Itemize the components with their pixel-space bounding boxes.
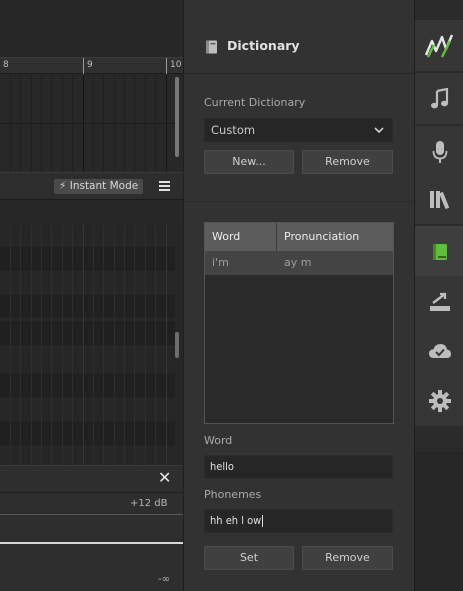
hamburger-menu-icon[interactable] [159, 181, 170, 192]
dictionary-select-value: Custom [211, 123, 256, 137]
remove-dictionary-button[interactable]: Remove [302, 150, 393, 174]
word-label: Word [204, 434, 233, 447]
rail-library[interactable] [415, 173, 463, 225]
dictionary-select[interactable]: Custom [204, 118, 393, 142]
table-header: Word Pronunciation [205, 223, 393, 251]
parameter-panel-header [0, 466, 183, 493]
mode-bar: ⚡ Instant Mode [0, 172, 183, 200]
timeline-ruler[interactable]: 8 9 10 [0, 57, 183, 74]
book-icon [206, 40, 217, 54]
piano-roll-grid[interactable] [0, 225, 183, 465]
lightning-icon: ⚡ [59, 180, 67, 192]
ruler-mark-10: 10 [166, 58, 181, 74]
word-table[interactable]: Word Pronunciation i'm ay m [204, 222, 394, 424]
current-dictionary-label: Current Dictionary [204, 96, 306, 109]
level-line[interactable] [0, 542, 183, 544]
set-button[interactable]: Set [204, 546, 294, 570]
section-divider [184, 201, 415, 202]
dictionary-panel: Dictionary Current Dictionary Custom New… [183, 0, 415, 591]
rail-settings[interactable] [415, 375, 463, 427]
render-export-icon [429, 292, 450, 311]
word-input[interactable]: hello [204, 455, 393, 479]
rail-cloud[interactable] [415, 325, 463, 377]
dictionary-book-icon [432, 243, 447, 260]
column-header-pronunciation[interactable]: Pronunciation [277, 223, 393, 251]
parameter-panel: ✕ +12 dB -∞ [0, 465, 183, 591]
chevron-down-icon [374, 127, 384, 134]
side-rail [414, 0, 463, 591]
cell-word: i'm [212, 256, 229, 269]
ruler-mark-9: 9 [83, 58, 93, 74]
rail-dictionary[interactable] [415, 226, 463, 278]
phonemes-label: Phonemes [204, 488, 262, 501]
text-caret [262, 515, 264, 527]
cloud-check-icon [428, 343, 451, 358]
instant-mode-button[interactable]: ⚡ Instant Mode [54, 179, 144, 194]
instant-mode-label: Instant Mode [69, 180, 139, 192]
rail-microphone[interactable] [415, 126, 463, 178]
ruler-mark-8: 8 [3, 60, 9, 70]
editor-area: 8 9 10 ⚡ Instant Mode ✕ +12 dB -∞ [0, 0, 183, 591]
upper-scrollbar[interactable] [175, 77, 179, 157]
cell-pronunciation: ay m [284, 256, 312, 269]
rail-empty-area [415, 452, 463, 591]
rail-logo[interactable] [415, 20, 463, 72]
db-guide-line [0, 514, 183, 515]
dictionary-header: Dictionary [184, 0, 415, 74]
track-grid[interactable] [0, 75, 183, 172]
db-top-label: +12 dB [130, 498, 168, 509]
phonemes-input-value: hh eh l ow [210, 514, 262, 527]
library-icon [429, 190, 449, 209]
remove-word-button[interactable]: Remove [302, 546, 393, 570]
close-icon[interactable]: ✕ [158, 470, 171, 486]
db-bottom-label: -∞ [158, 574, 170, 585]
word-input-value: hello [210, 460, 234, 473]
settings-gear-icon [428, 389, 451, 412]
table-row[interactable]: i'm ay m [205, 251, 393, 275]
new-dictionary-button[interactable]: New... [204, 150, 294, 174]
dictionary-title: Dictionary [227, 38, 300, 53]
microphone-icon [432, 140, 447, 163]
music-note-icon [430, 87, 448, 108]
column-header-word[interactable]: Word [205, 223, 277, 251]
app-logo-icon [424, 34, 453, 58]
rail-render[interactable] [415, 276, 463, 328]
phonemes-input[interactable]: hh eh l ow [204, 509, 393, 533]
piano-scrollbar[interactable] [175, 332, 179, 358]
rail-music[interactable] [415, 73, 463, 125]
